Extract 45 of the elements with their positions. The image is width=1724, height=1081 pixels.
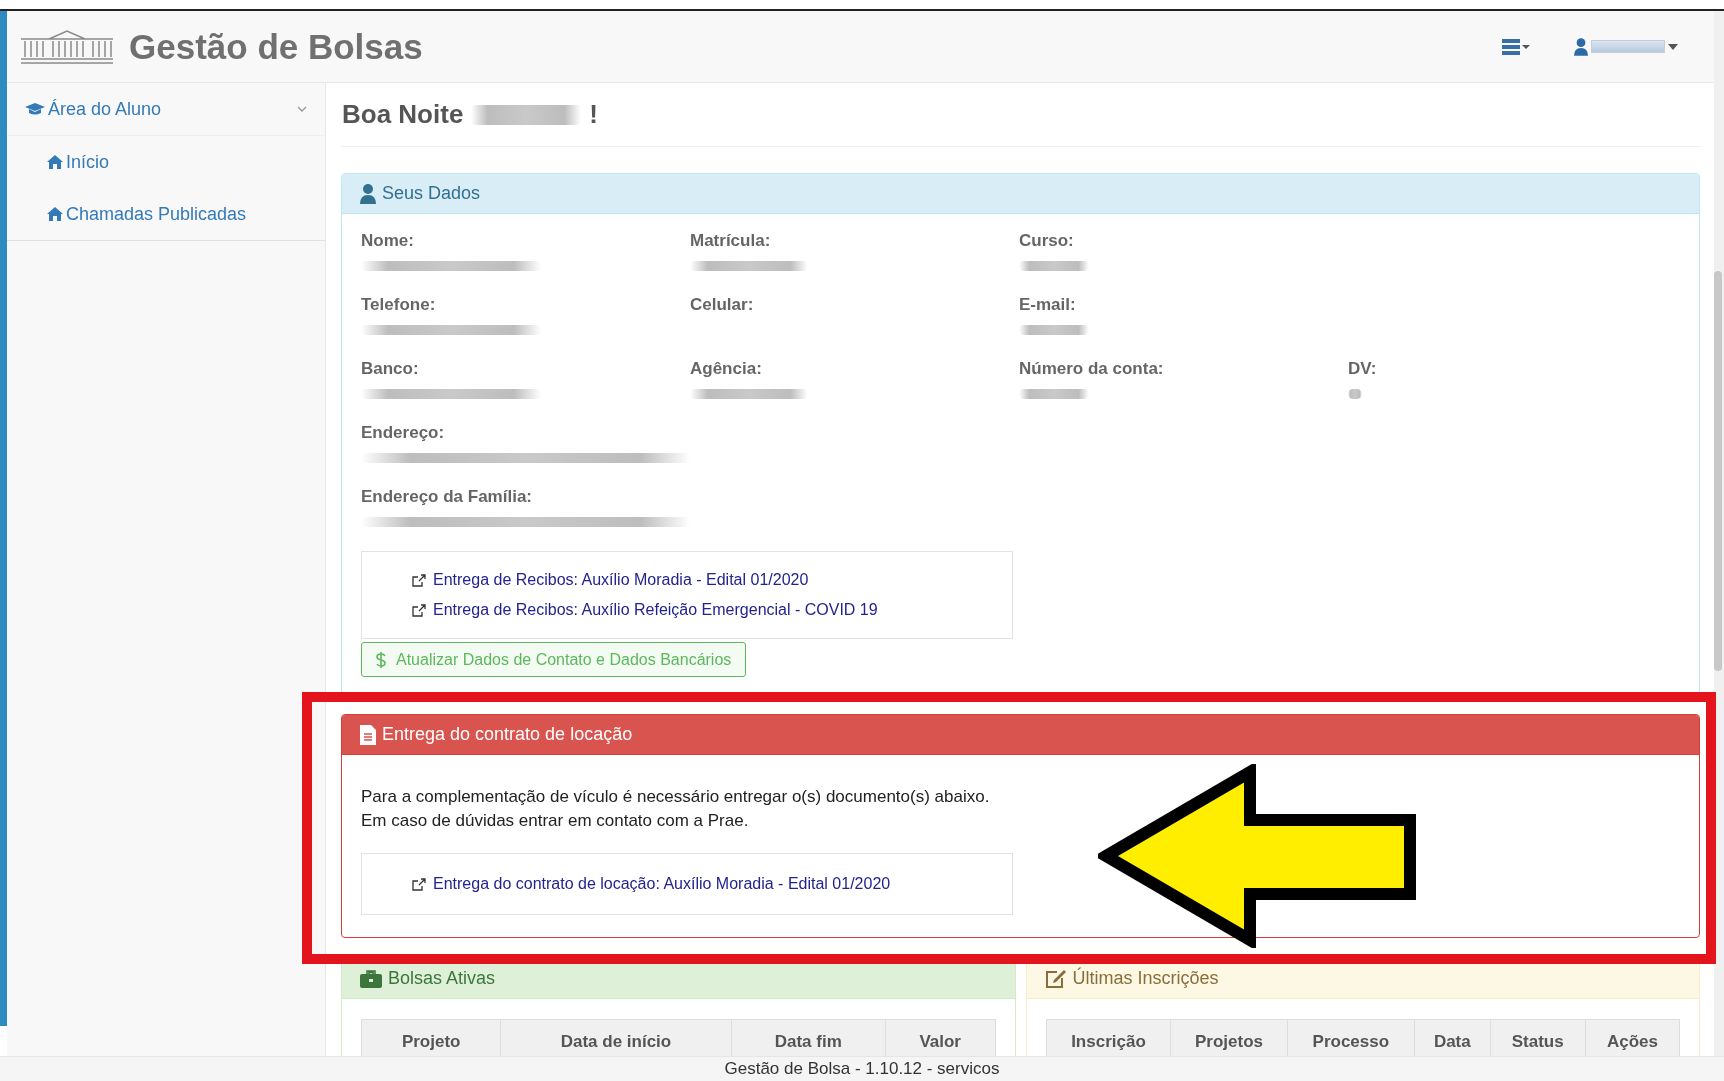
field-label: Número da conta:: [1019, 359, 1165, 380]
sidebar-item[interactable]: Início: [66, 151, 307, 173]
user-icon: [360, 183, 376, 204]
update-data-button[interactable]: Atualizar Dados de Contato e Dados Bancários: [361, 642, 747, 677]
message-text: Em caso de dúvidas entrar em contato com a Prae.: [361, 810, 750, 832]
home-icon: [47, 155, 63, 169]
field-label: Celular:: [690, 295, 755, 316]
footer-text: Gestão de Bolsa - 1.10.12 - servicos: [724, 1059, 1000, 1079]
user-menu[interactable]: [1574, 37, 1678, 56]
field-label: Nome:: [361, 231, 415, 252]
home-icon: [47, 207, 63, 221]
panel-title: Entrega do contrato de locação: [382, 724, 633, 745]
panel-title: Últimas Inscrições: [1072, 968, 1219, 989]
field-label: Telefone:: [361, 295, 437, 316]
external-link-icon: [412, 573, 426, 587]
message-text: Para a complementação de vículo é necessário entregar o(s) documento(s) abaixo.: [361, 786, 991, 808]
scrollbar-thumb[interactable]: [1714, 271, 1722, 671]
document-icon: [360, 724, 376, 745]
field-label: Endereço:: [361, 423, 446, 444]
field-label: Banco:: [361, 359, 420, 380]
graduation-cap-icon: [25, 102, 45, 116]
external-link-icon: [412, 603, 426, 617]
panel-title: Bolsas Ativas: [388, 968, 496, 989]
field-label: E-mail:: [1019, 295, 1077, 316]
field-label: Endereço da Família:: [361, 487, 533, 508]
field-label: Curso:: [1019, 231, 1075, 252]
greeting-text: Boa Noite: [342, 99, 464, 130]
app-title: Gestão de Bolsas: [129, 26, 424, 67]
panel-title: Seus Dados: [382, 183, 481, 204]
document-link[interactable]: Entrega do contrato de locação: Auxílio Moradia - Edital 01/2020: [412, 875, 1012, 893]
briefcase-icon: [360, 969, 382, 988]
document-link[interactable]: Entrega de Recibos: Auxílio Refeição Emergencial - COVID 19: [412, 601, 1012, 619]
caret-icon: [1668, 43, 1678, 50]
external-link-icon: [412, 877, 426, 891]
greeting-text: !: [589, 99, 598, 130]
field-label: DV:: [1348, 359, 1378, 380]
edit-icon: [1044, 968, 1067, 989]
field-label: Agência:: [690, 359, 763, 380]
field-label: Matrícula:: [690, 231, 772, 252]
document-link[interactable]: Entrega de Recibos: Auxílio Moradia - Edital 01/2020: [412, 571, 1012, 589]
grid-menu-icon[interactable]: [1502, 38, 1530, 55]
dollar-icon: [376, 651, 386, 668]
user-icon: [1574, 37, 1588, 56]
sidebar-item[interactable]: Área do Aluno: [48, 98, 294, 120]
sidebar-item[interactable]: Chamadas Publicadas: [66, 203, 307, 225]
